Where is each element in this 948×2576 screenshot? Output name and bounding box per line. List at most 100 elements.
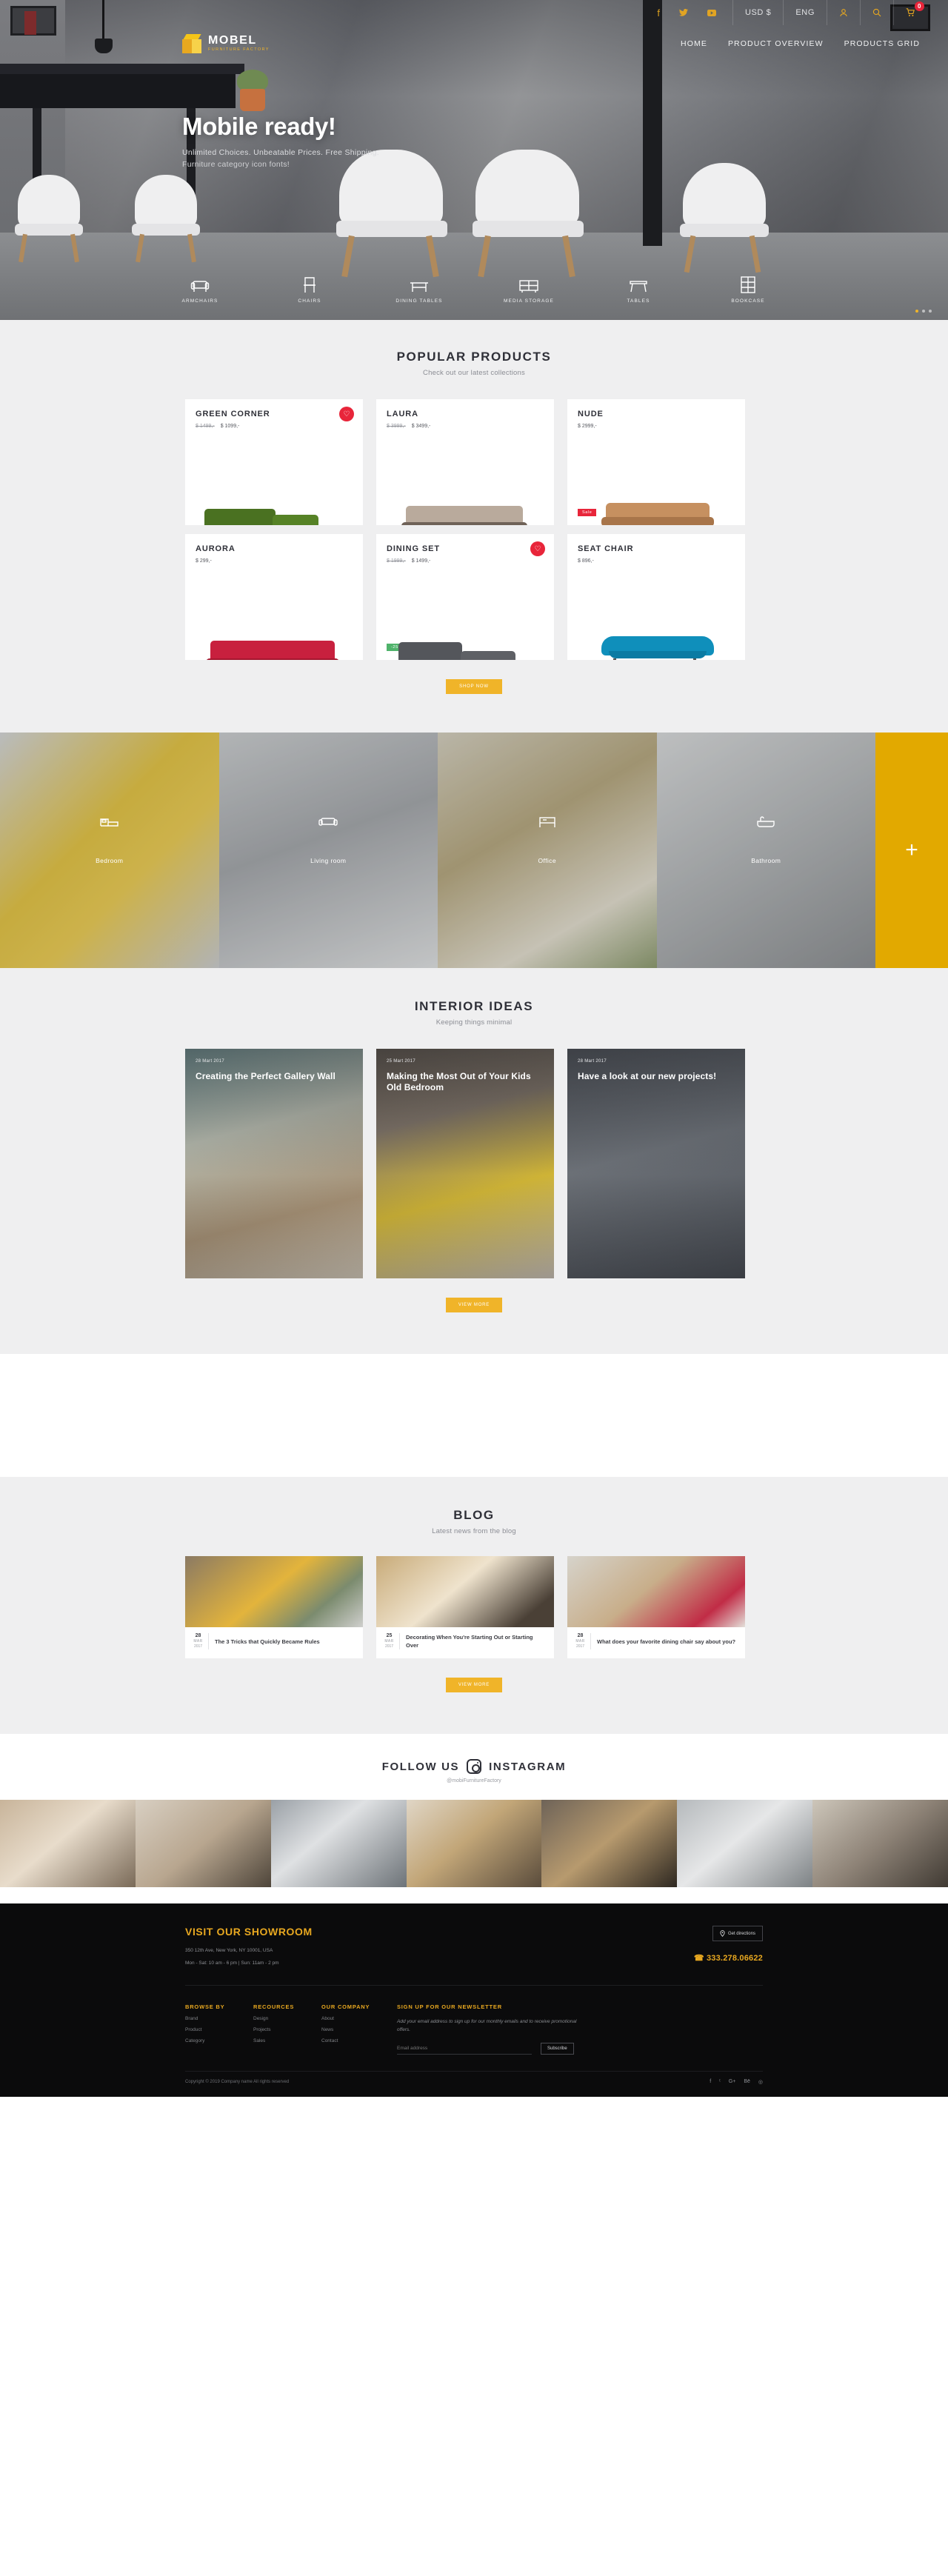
showroom-phone[interactable]: ☎ 333.278.06622	[694, 1953, 763, 1963]
behance-icon[interactable]: Bē	[744, 2079, 750, 2085]
product-old-price: $ 3999,-	[387, 424, 406, 429]
product-card[interactable]: NUDE $ 2999,- Sale	[567, 399, 745, 525]
room-card-living-room[interactable]: Living room	[218, 733, 438, 968]
newsletter-email-input[interactable]	[397, 2043, 532, 2055]
footer-link[interactable]: Product	[185, 2027, 253, 2032]
product-grid: GREEN CORNER $ 1499,- $ 1099,- ♡ LAURA $…	[185, 399, 763, 660]
blog-view-more-button[interactable]: View more	[446, 1678, 502, 1692]
room-categories-strip: Bedroom Living room Office Bathroom +	[0, 733, 948, 968]
instagram-photo[interactable]	[677, 1800, 813, 1887]
room-label: Living room	[310, 857, 347, 864]
twitter-icon[interactable]: ᵗ	[719, 2079, 721, 2085]
google-plus-icon[interactable]: G+	[729, 2079, 736, 2085]
nav-item-product-overview[interactable]: PRODUCT OVERVIEW	[728, 39, 824, 48]
instagram-photo[interactable]	[270, 1800, 407, 1887]
get-directions-button[interactable]: Get directions	[712, 1926, 763, 1941]
room-card-office[interactable]: Office	[438, 733, 657, 968]
user-icon[interactable]	[827, 0, 860, 25]
product-name: AURORA	[196, 544, 236, 553]
category-chairs[interactable]: CHAIRS	[255, 272, 364, 304]
category-armchairs[interactable]: ARMCHAIRS	[145, 272, 255, 304]
newsletter-description: Add your email address to sign up for ou…	[397, 2019, 577, 2032]
product-card[interactable]: DINING SET $ 1999,- $ 1499,- ♡ -25%	[376, 534, 554, 660]
currency-selector[interactable]: USD $	[733, 0, 783, 25]
footer-link[interactable]: Projects	[253, 2027, 321, 2032]
slider-dot[interactable]	[929, 310, 932, 313]
instagram-photo[interactable]	[0, 1800, 136, 1887]
instagram-photo[interactable]	[541, 1800, 678, 1887]
phone-number: 333.278.06622	[706, 1954, 763, 1963]
product-old-price: $ 1499,-	[196, 424, 215, 429]
blog-post-date: 25 MAR 2017	[384, 1633, 400, 1649]
instagram-section: FOLLOW US INSTAGRAM @mobiFurnitureFactor…	[0, 1734, 948, 1903]
room-card-bathroom[interactable]: Bathroom	[656, 733, 875, 968]
blog-post-grid: 28 MAR 2017 The 3 Tricks that Quickly Be…	[185, 1556, 763, 1658]
idea-card[interactable]: 28 Mart 2017 Creating the Perfect Galler…	[185, 1049, 363, 1278]
section-title: POPULAR PRODUCTS	[396, 350, 552, 364]
footer-link[interactable]: News	[321, 2027, 390, 2032]
language-selector[interactable]: ENG	[784, 0, 827, 25]
instagram-photo[interactable]	[135, 1800, 271, 1887]
footer-link[interactable]: Sales	[253, 2038, 321, 2043]
brand-tagline: FURNITURE FACTORY	[208, 47, 270, 52]
shop-now-button[interactable]: Shop now	[446, 679, 502, 694]
product-image	[185, 445, 363, 525]
instagram-icon[interactable]: ◎	[758, 2079, 763, 2085]
blog-post-image	[567, 1556, 745, 1627]
section-subtitle: Check out our latest collections	[423, 369, 525, 377]
instagram-photo[interactable]	[406, 1800, 542, 1887]
product-image	[376, 580, 554, 660]
category-dining-tables[interactable]: DINING TABLES	[364, 272, 474, 304]
bathtub-icon	[756, 815, 775, 832]
twitter-icon[interactable]	[678, 8, 688, 18]
footer-link[interactable]: Category	[185, 2038, 253, 2043]
youtube-icon[interactable]	[707, 8, 716, 18]
blog-post-card[interactable]: 28 MAR 2017 The 3 Tricks that Quickly Be…	[185, 1556, 363, 1658]
footer-link[interactable]: About	[321, 2016, 390, 2021]
brand-logo[interactable]: MOBEL FURNITURE FACTORY	[182, 34, 270, 53]
nav-item-products-grid[interactable]: PRODUCTS GRID	[844, 39, 920, 48]
slider-dot[interactable]	[915, 310, 918, 313]
nav-item-home[interactable]: HOME	[681, 39, 707, 48]
instagram-icon[interactable]	[467, 1759, 482, 1774]
facebook-icon[interactable]: f	[710, 2079, 711, 2085]
newsletter-subscribe-button[interactable]: Subscribe	[541, 2043, 574, 2055]
idea-card[interactable]: 28 Mart 2017 Have a look at our new proj…	[567, 1049, 745, 1278]
ideas-view-more-button[interactable]: View more	[446, 1298, 502, 1312]
chair-icon	[255, 272, 364, 294]
category-tables[interactable]: TABLES	[584, 272, 693, 304]
instagram-photo[interactable]	[812, 1800, 948, 1887]
instagram-photo-strip	[0, 1800, 948, 1887]
date-day: 28	[195, 1633, 201, 1638]
product-card[interactable]: SEAT CHAIR $ 896,-	[567, 534, 745, 660]
favorite-heart-icon[interactable]: ♡	[530, 541, 545, 556]
category-label: MEDIA STORAGE	[504, 298, 554, 304]
section-header: POPULAR PRODUCTS Check out our latest co…	[0, 350, 948, 377]
favorite-heart-icon[interactable]: ♡	[339, 407, 354, 421]
room-card-bedroom[interactable]: Bedroom	[0, 733, 219, 968]
idea-card[interactable]: 25 Mart 2017 Making the Most Out of Your…	[376, 1049, 554, 1278]
product-card[interactable]: AURORA $ 299,-	[185, 534, 363, 660]
hero-slider-dots[interactable]	[915, 310, 932, 313]
hero-subtitle: Unlimited Choices. Unbeatable Prices. Fr…	[182, 148, 379, 157]
category-media-storage[interactable]: MEDIA STORAGE	[474, 272, 584, 304]
product-card[interactable]: LAURA $ 3999,- $ 3499,-	[376, 399, 554, 525]
white-spacer	[0, 1354, 948, 1477]
blog-post-card[interactable]: 28 MAR 2017 What does your favorite dini…	[567, 1556, 745, 1658]
footer-link[interactable]: Design	[253, 2016, 321, 2021]
product-card[interactable]: GREEN CORNER $ 1499,- $ 1099,- ♡	[185, 399, 363, 525]
cart-icon[interactable]: 0	[894, 0, 927, 25]
instagram-handle[interactable]: @mobiFurnitureFactory	[0, 1778, 948, 1783]
footer-link[interactable]: Contact	[321, 2038, 390, 2043]
showroom-hours: Mon - Sat: 10 am - 6 pm | Sun: 11am - 2 …	[185, 1961, 279, 1966]
newsletter-block: SIGN UP FOR OUR NEWSLETTER Add your emai…	[397, 2003, 619, 2055]
blog-post-image	[376, 1556, 554, 1627]
date-year: 2017	[193, 1644, 203, 1649]
slider-dot[interactable]	[922, 310, 925, 313]
category-bookcase[interactable]: BOOKCASE	[693, 272, 803, 304]
footer-link[interactable]: Brand	[185, 2016, 253, 2021]
search-icon[interactable]	[861, 0, 893, 25]
blog-post-card[interactable]: 25 MAR 2017 Decorating When You're Start…	[376, 1556, 554, 1658]
room-more-button[interactable]: +	[875, 733, 948, 968]
facebook-icon[interactable]: f	[657, 8, 660, 18]
